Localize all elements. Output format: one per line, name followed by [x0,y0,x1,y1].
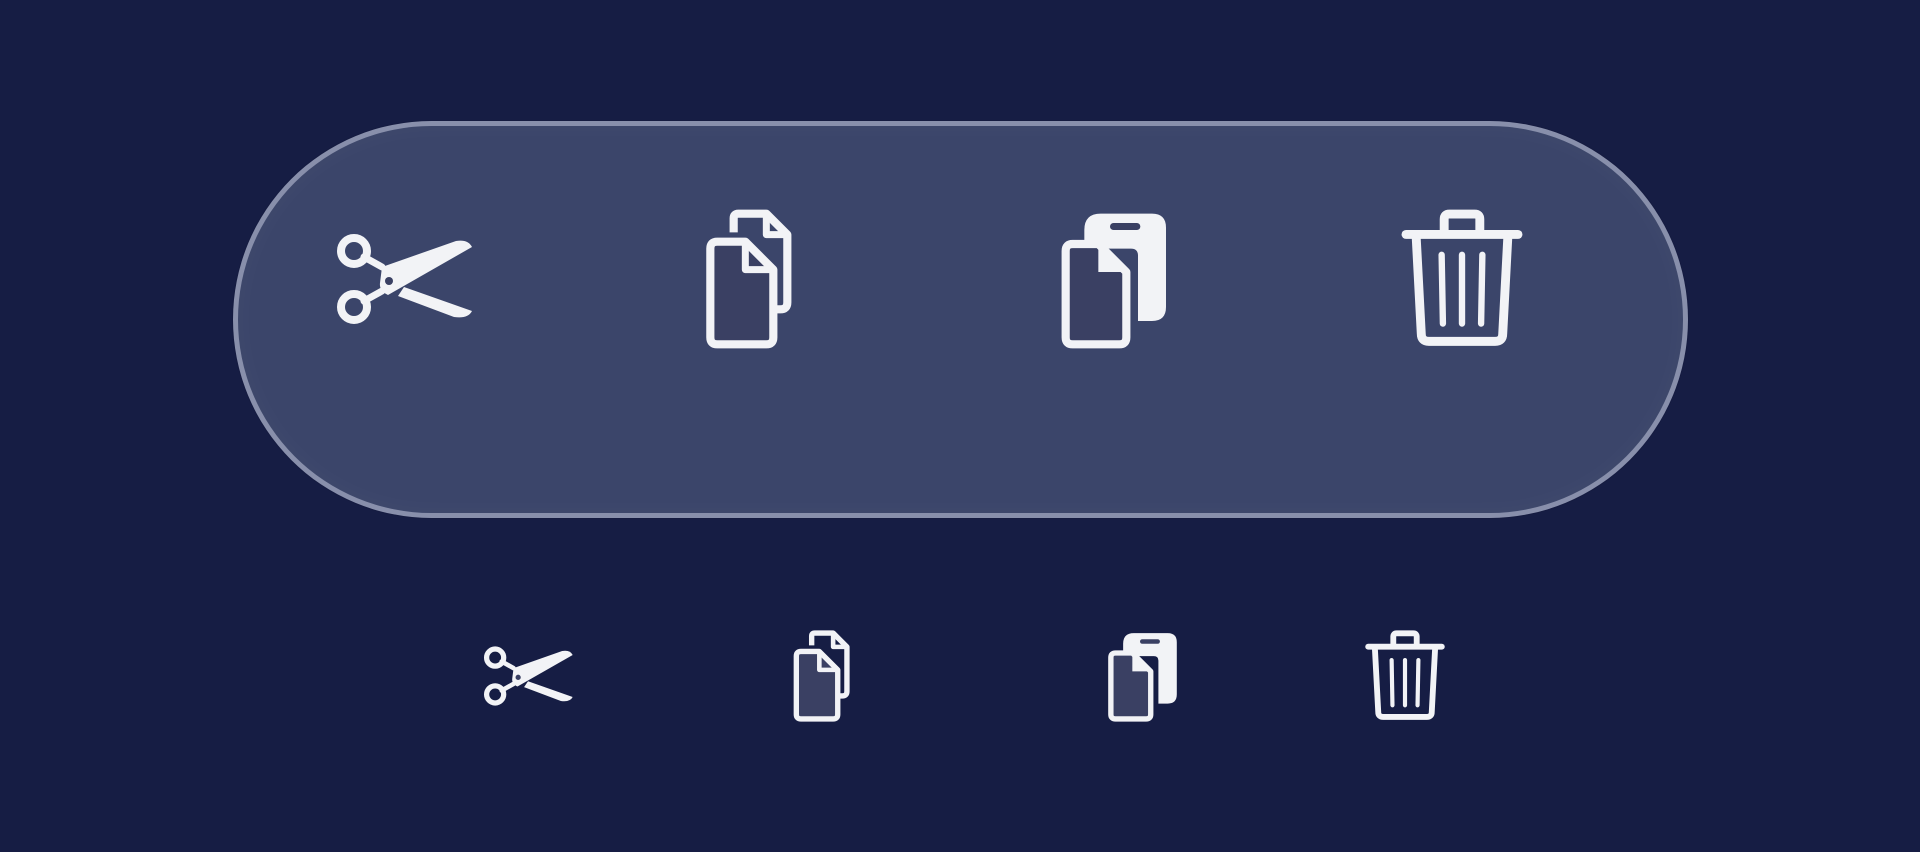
scissors-icon [482,630,574,722]
delete-button-small[interactable] [1350,621,1460,731]
cut-button[interactable] [324,199,484,359]
scissors-icon [334,209,474,349]
paste-button-small[interactable] [1085,621,1195,731]
paste-clipboard-icon [1040,209,1180,349]
paste-clipboard-icon [1094,630,1186,722]
paste-button[interactable] [1030,199,1190,359]
copy-documents-icon [781,630,873,722]
trash-icon [1392,209,1532,349]
copy-button-small[interactable] [772,621,882,731]
delete-button[interactable] [1382,199,1542,359]
trash-icon [1359,630,1451,722]
copy-documents-icon [687,209,827,349]
copy-button[interactable] [677,199,837,359]
cut-button-small[interactable] [473,621,583,731]
edit-toolbar [233,121,1688,518]
